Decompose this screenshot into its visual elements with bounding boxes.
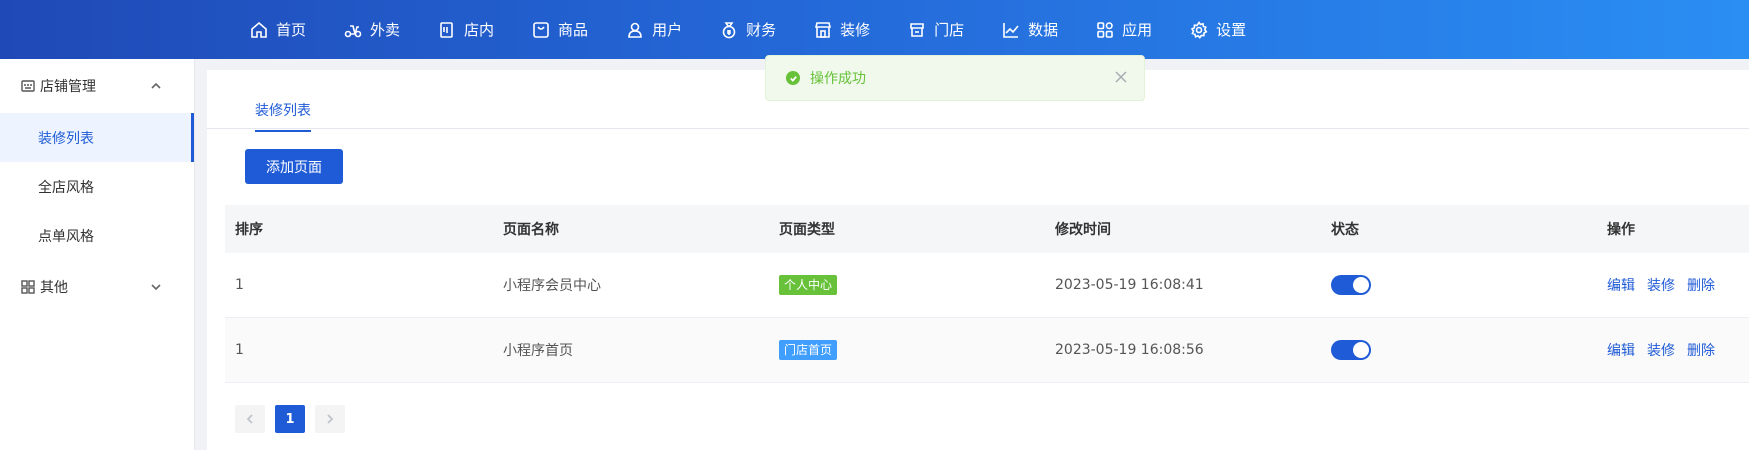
toast-message: 操作成功 xyxy=(810,71,866,87)
nav-label: 用户 xyxy=(652,21,683,39)
sidebar-item-label: 全店风格 xyxy=(38,179,94,196)
nav-item-home[interactable]: 首页 xyxy=(250,19,306,40)
toggle-knob xyxy=(1353,342,1369,358)
nav-item-decorate[interactable]: 装修 xyxy=(814,19,870,40)
table-header: 排序 页面名称 页面类型 修改时间 状态 操作 xyxy=(225,205,1749,253)
store-icon xyxy=(910,22,924,37)
col-header-status: 状态 xyxy=(1331,222,1359,238)
cell-time: 2023-05-19 16:08:41 xyxy=(1055,277,1204,293)
nav-label: 数据 xyxy=(1028,21,1059,39)
add-page-button[interactable]: 添加页面 xyxy=(245,149,343,184)
nav-label: 门店 xyxy=(934,21,965,39)
shop-icon xyxy=(21,80,35,92)
chevron-left-icon xyxy=(246,414,253,424)
nav-item-store[interactable]: 门店 xyxy=(908,19,964,40)
main-content: 装修列表 添加页面 排序 页面名称 页面类型 修改时间 状态 操作 1 小程序会… xyxy=(207,70,1749,450)
sidebar-group-label: 其他 xyxy=(40,280,68,296)
table-row: 1 小程序首页 门店首页 2023-05-19 16:08:56 编辑 装修 删除 xyxy=(225,318,1749,383)
nav-label: 设置 xyxy=(1216,21,1247,39)
user-icon xyxy=(628,22,642,38)
nav-label: 店内 xyxy=(464,21,495,39)
sidebar-item-store-style[interactable]: 全店风格 xyxy=(0,162,194,211)
sidebar-item-label: 点单风格 xyxy=(38,228,94,245)
apps-grid-icon xyxy=(1097,21,1113,38)
decorate-link[interactable]: 装修 xyxy=(1647,278,1675,294)
delete-link[interactable]: 删除 xyxy=(1687,278,1715,294)
product-icon xyxy=(533,21,549,38)
page-type-badge: 个人中心 xyxy=(779,275,838,295)
apps-grid-icon xyxy=(21,280,35,294)
prev-page-button[interactable] xyxy=(235,405,265,433)
money-bag-icon xyxy=(722,21,736,38)
sidebar-group-label: 店铺管理 xyxy=(40,79,96,95)
chevron-up-icon xyxy=(151,82,161,89)
main-nav: 首页 外卖 店内 商品 用户 财务 装修 门店 数据 应用 设置 xyxy=(250,0,1284,59)
cell-type: 门店首页 xyxy=(779,340,1055,360)
chart-line-icon xyxy=(1003,22,1019,38)
next-page-button[interactable] xyxy=(315,405,345,433)
cell-time: 2023-05-19 16:08:56 xyxy=(1055,342,1204,358)
status-toggle[interactable] xyxy=(1331,275,1371,295)
success-toast: 操作成功 xyxy=(765,55,1145,101)
tab-decorate-list[interactable]: 装修列表 xyxy=(255,100,311,132)
cell-sort: 1 xyxy=(235,277,244,293)
sidebar-group-shop[interactable]: 店铺管理 xyxy=(0,59,194,113)
nav-item-apps[interactable]: 应用 xyxy=(1096,19,1152,40)
nav-label: 首页 xyxy=(276,21,307,39)
nav-item-user[interactable]: 用户 xyxy=(626,19,682,40)
pagination: 1 xyxy=(235,405,355,433)
decorate-link[interactable]: 装修 xyxy=(1647,343,1675,359)
nav-label: 应用 xyxy=(1122,21,1153,39)
table-row: 1 小程序会员中心 个人中心 2023-05-19 16:08:41 编辑 装修删… xyxy=(225,253,1749,318)
cell-status xyxy=(1331,275,1607,295)
cell-type: 个人中心 xyxy=(779,275,1055,295)
chevron-right-icon xyxy=(327,414,334,424)
nav-label: 装修 xyxy=(840,21,871,39)
col-header-time: 修改时间 xyxy=(1055,222,1111,238)
col-header-name: 页面名称 xyxy=(503,222,559,238)
delete-link[interactable]: 删除 xyxy=(1687,343,1715,359)
cell-actions: 编辑 装修 删除 xyxy=(1607,275,1747,295)
col-header-type: 页面类型 xyxy=(779,222,835,238)
nav-item-data[interactable]: 数据 xyxy=(1002,19,1058,40)
close-icon[interactable] xyxy=(1114,70,1128,84)
nav-item-settings[interactable]: 设置 xyxy=(1190,19,1246,40)
cell-sort: 1 xyxy=(235,342,244,358)
top-nav-bar: 首页 外卖 店内 商品 用户 财务 装修 门店 数据 应用 设置 xyxy=(0,0,1749,59)
sidebar-item-label: 装修列表 xyxy=(38,130,94,147)
nav-item-product[interactable]: 商品 xyxy=(532,19,588,40)
success-check-icon xyxy=(786,71,800,85)
dinein-icon xyxy=(440,21,453,38)
page-type-badge: 门店首页 xyxy=(779,340,838,360)
sidebar-group-other[interactable]: 其他 xyxy=(0,260,194,314)
sidebar-item-decorate-list[interactable]: 装修列表 xyxy=(0,113,194,162)
cell-actions: 编辑 装修 删除 xyxy=(1607,340,1747,360)
cell-name: 小程序首页 xyxy=(503,343,573,359)
storefront-icon xyxy=(815,21,832,38)
chevron-down-icon xyxy=(151,284,161,291)
sidebar-item-order-style[interactable]: 点单风格 xyxy=(0,211,194,260)
nav-label: 商品 xyxy=(558,21,589,39)
nav-label: 外卖 xyxy=(370,21,401,39)
edit-link[interactable]: 编辑 xyxy=(1607,343,1635,359)
edit-link[interactable]: 编辑 xyxy=(1607,278,1635,294)
toggle-knob xyxy=(1353,277,1369,293)
gear-icon xyxy=(1190,20,1208,39)
cell-status xyxy=(1331,340,1607,360)
nav-item-finance[interactable]: 财务 xyxy=(720,19,776,40)
col-header-sort: 排序 xyxy=(235,222,263,238)
home-icon xyxy=(251,21,267,38)
nav-label: 财务 xyxy=(746,21,777,39)
cell-name: 小程序会员中心 xyxy=(503,278,601,294)
status-toggle[interactable] xyxy=(1331,340,1371,360)
sidebar: 店铺管理 装修列表 全店风格 点单风格 其他 xyxy=(0,59,195,450)
nav-item-dinein[interactable]: 店内 xyxy=(438,19,494,40)
page-number-current[interactable]: 1 xyxy=(275,405,305,433)
scooter-icon xyxy=(344,24,362,37)
nav-item-takeout[interactable]: 外卖 xyxy=(344,19,400,40)
col-header-actions: 操作 xyxy=(1607,222,1635,238)
pages-table: 排序 页面名称 页面类型 修改时间 状态 操作 1 小程序会员中心 个人中心 2… xyxy=(225,205,1749,383)
